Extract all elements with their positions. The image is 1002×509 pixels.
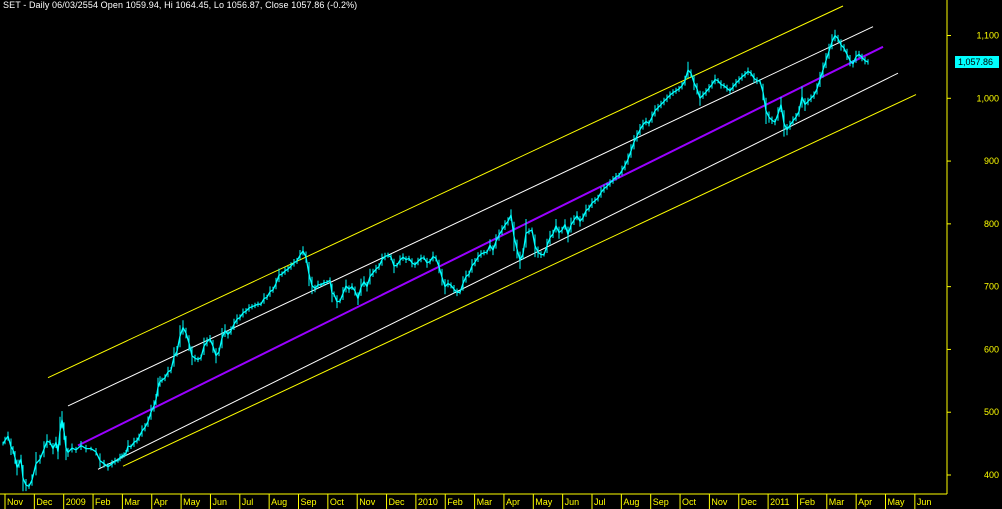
y-tick-label: 400 xyxy=(984,470,999,480)
x-tick-label: Apr xyxy=(154,497,168,507)
x-tick-label: May xyxy=(183,497,201,507)
x-tick-label: Nov xyxy=(359,497,376,507)
last-price-tag: 1,057.86 xyxy=(955,56,999,68)
x-tick-label: Mar xyxy=(829,497,845,507)
x-tick-label: Jun xyxy=(917,497,932,507)
y-tick-label: 800 xyxy=(984,219,999,229)
x-tick-label: Oct xyxy=(682,497,697,507)
x-tick-label: Jul xyxy=(242,497,254,507)
x-tick-label: Mar xyxy=(477,497,493,507)
y-tick-label: 1,000 xyxy=(976,93,999,103)
x-tick-label: Jul xyxy=(594,497,606,507)
y-tick-label: 600 xyxy=(984,344,999,354)
x-tick-label: Sep xyxy=(301,497,317,507)
x-tick-label: Dec xyxy=(36,497,53,507)
x-tick-label: Feb xyxy=(95,497,111,507)
x-tick-label: May xyxy=(888,497,906,507)
x-tick-label: Mar xyxy=(124,497,140,507)
x-tick-label: 2010 xyxy=(418,497,438,507)
x-tick-label: Feb xyxy=(447,497,463,507)
x-tick-label: Dec xyxy=(389,497,406,507)
x-tick-label: Nov xyxy=(711,497,728,507)
y-tick-label: 1,100 xyxy=(976,31,999,41)
x-tick-label: Jun xyxy=(212,497,227,507)
x-tick-label: Feb xyxy=(799,497,815,507)
y-tick-label: 500 xyxy=(984,407,999,417)
x-tick-label: Apr xyxy=(858,497,872,507)
x-tick-label: May xyxy=(535,497,553,507)
x-tick-label: Nov xyxy=(7,497,24,507)
x-tick-label: Sep xyxy=(653,497,669,507)
x-tick-label: 2009 xyxy=(66,497,86,507)
x-tick-label: 2011 xyxy=(770,497,789,507)
x-tick-label: Aug xyxy=(623,497,639,507)
chart-background xyxy=(0,0,1002,509)
price-chart: 1,100 1,000 900 800 700 600 500 400 Nov Dec 2009 F… xyxy=(0,0,1002,509)
chart-title: SET - Daily 06/03/2554 Open 1059.94, Hi … xyxy=(3,0,358,10)
x-tick-label: Apr xyxy=(506,497,520,507)
x-tick-label: Oct xyxy=(330,497,345,507)
y-tick-label: 700 xyxy=(984,282,999,292)
x-tick-label: Jun xyxy=(565,497,580,507)
x-tick-label: Dec xyxy=(741,497,758,507)
chart-root: 1,100 1,000 900 800 700 600 500 400 Nov Dec 2009 F… xyxy=(0,0,1002,509)
x-tick-label: Aug xyxy=(271,497,287,507)
y-tick-label: 900 xyxy=(984,156,999,166)
